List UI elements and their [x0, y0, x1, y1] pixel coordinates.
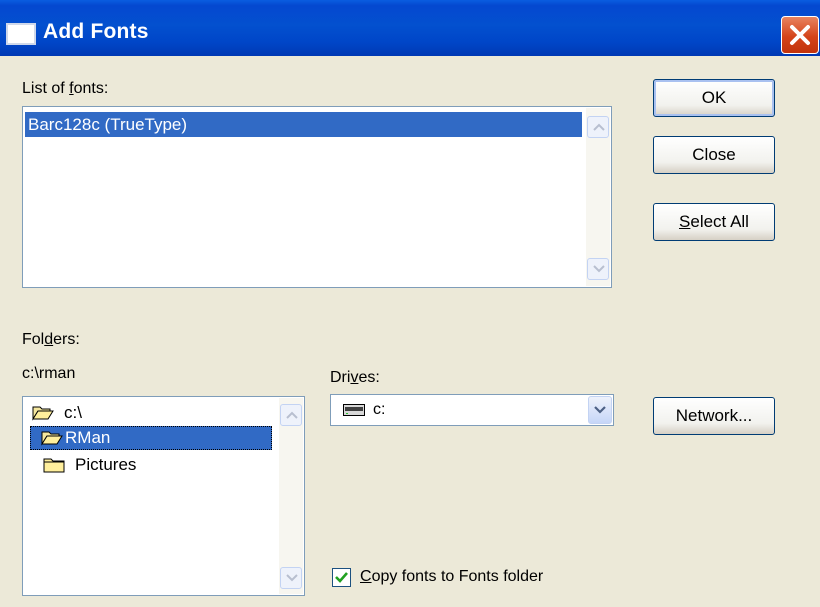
scroll-up-button[interactable]: [280, 404, 302, 426]
drives-dropdown[interactable]: c:: [330, 394, 614, 426]
window-icon: [6, 23, 36, 45]
window-title: Add Fonts: [43, 20, 149, 43]
open-folder-icon: [41, 431, 63, 446]
copy-fonts-checkbox[interactable]: [332, 568, 351, 587]
fonts-listbox[interactable]: Barc128c (TrueType): [22, 106, 612, 288]
ok-button[interactable]: OK: [653, 79, 775, 117]
folder-item-root[interactable]: c:\: [30, 402, 270, 424]
fonts-scrollbar[interactable]: [586, 108, 610, 286]
folder-item-pictures[interactable]: Pictures: [41, 454, 271, 476]
folder-icon: [43, 458, 65, 473]
copy-fonts-label[interactable]: Copy fonts to Fonts folder: [360, 568, 543, 586]
dropdown-button[interactable]: [588, 396, 612, 424]
open-folder-icon: [32, 406, 54, 421]
chevron-up-icon: [286, 411, 298, 419]
checkmark-icon: [335, 572, 348, 583]
current-folder-path: c:\rman: [22, 365, 76, 382]
scroll-down-button[interactable]: [587, 258, 609, 280]
chevron-down-icon: [594, 406, 606, 414]
network-button[interactable]: Network...: [653, 397, 775, 435]
folders-scrollbar[interactable]: [279, 398, 303, 594]
drive-selected-value: c:: [373, 401, 386, 418]
font-list-item[interactable]: Barc128c (TrueType): [25, 112, 582, 137]
drives-label: Drives:: [330, 369, 380, 386]
drive-icon: [343, 404, 365, 416]
title-bar[interactable]: Add Fonts: [0, 0, 820, 56]
folders-label: Folders:: [22, 331, 80, 348]
close-icon: [790, 25, 810, 45]
scroll-up-button[interactable]: [587, 116, 609, 138]
scroll-down-button[interactable]: [280, 567, 302, 589]
chevron-down-icon: [286, 574, 298, 582]
select-all-button[interactable]: Select All: [653, 203, 775, 241]
folders-listbox[interactable]: c:\ RMan Pictures: [22, 396, 305, 596]
fonts-list-label: List of fonts:: [22, 80, 109, 97]
close-window-button[interactable]: [781, 16, 819, 54]
close-button[interactable]: Close: [653, 136, 775, 174]
chevron-up-icon: [593, 123, 605, 131]
folder-item-selected[interactable]: RMan: [30, 426, 272, 450]
chevron-down-icon: [593, 265, 605, 273]
add-fonts-dialog: Add Fonts List of fonts: Barc128c (TrueT…: [0, 0, 820, 607]
